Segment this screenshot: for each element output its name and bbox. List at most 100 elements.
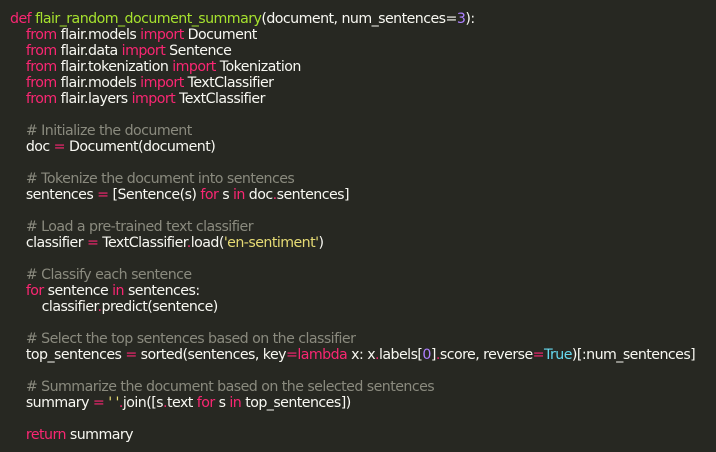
code-token: from <box>25 59 57 75</box>
code-line: # Tokenize the document into sentences <box>10 171 716 187</box>
code-token: ): <box>465 11 475 27</box>
code-token: flair.layers <box>56 91 132 107</box>
code-token: for <box>196 395 215 411</box>
code-token: lambda <box>297 347 348 363</box>
code-token: Document(document) <box>64 139 216 155</box>
code-token: TextClassifier <box>98 235 187 251</box>
code-token: from <box>25 75 57 91</box>
code-token: top_sentences <box>10 347 126 363</box>
code-token: = <box>53 139 66 155</box>
code-token: load( <box>190 235 225 251</box>
code-line: def flair_random_document_summary(docume… <box>10 11 716 27</box>
code-token: (document, num_sentences= <box>261 11 457 27</box>
code-token: TextClassifier <box>183 75 274 91</box>
code-line: sentences = [Sentence(s) for s in doc.se… <box>10 187 716 203</box>
code-token: s <box>214 395 230 411</box>
code-line: # Select the top sentences based on the … <box>10 331 716 347</box>
code-token: for <box>25 283 44 299</box>
code-line: summary = ' '.join([s.text for s in top_… <box>10 395 716 411</box>
code-token: join([s <box>122 395 164 411</box>
code-token: in <box>233 187 245 203</box>
code-token: flair_random_document_summary <box>35 11 262 27</box>
code-token: = <box>532 347 545 363</box>
code-line: # Initialize the document <box>10 123 716 139</box>
code-line: from flair.models import TextClassifier <box>10 75 716 91</box>
code-token: labels[ <box>379 347 423 363</box>
code-token: from <box>25 91 57 107</box>
code-token: import <box>140 27 184 43</box>
code-line: doc = Document(document) <box>10 139 716 155</box>
code-token: sentences] <box>276 187 350 203</box>
code-token: = <box>97 187 109 203</box>
code-line: from flair.layers import TextClassifier <box>10 91 716 107</box>
code-line: return summary <box>10 427 716 443</box>
code-token: in <box>112 283 124 299</box>
code-token: ) <box>318 235 324 251</box>
code-token: in <box>229 395 242 411</box>
code-token: flair.data <box>56 43 122 59</box>
code-token: classifier <box>10 299 98 315</box>
code-token: sentences: <box>124 283 200 299</box>
code-line: for sentence in sentences: <box>10 283 716 299</box>
code-line: # Summarize the document based on the se… <box>10 379 716 395</box>
code-token: from <box>25 43 57 59</box>
code-line: from flair.models import Document <box>10 27 716 43</box>
code-line: # Load a pre-trained text classifier <box>10 219 716 235</box>
code-token: summary <box>65 427 134 443</box>
code-token: doc <box>10 139 54 155</box>
code-token: return <box>25 427 67 443</box>
code-token: x: x <box>347 347 376 363</box>
code-token: text <box>167 395 197 411</box>
code-line: top_sentences = sorted(sentences, key=la… <box>10 347 716 363</box>
code-line: classifier.predict(sentence) <box>10 299 716 315</box>
code-token: TextClassifier <box>175 91 265 107</box>
code-token: 0 <box>422 347 431 363</box>
code-token: 'en-sentiment' <box>223 235 319 251</box>
code-token: # Classify each sentence <box>25 267 192 283</box>
code-token: doc <box>244 187 273 203</box>
code-token: summary <box>10 395 93 411</box>
code-token: # Summarize the document based on the se… <box>25 379 435 395</box>
code-token: = <box>86 235 99 251</box>
code-token: sorted(sentences, key <box>136 347 287 363</box>
code-token: top_sentences]) <box>241 395 351 411</box>
code-token: flair.models <box>56 75 141 91</box>
code-token: def <box>10 11 32 27</box>
code-token: # Select the top sentences based on the … <box>25 331 356 347</box>
code-token: Document <box>183 27 258 43</box>
code-token: # Load a pre-trained text classifier <box>25 219 254 235</box>
code-token: # Initialize the document <box>25 123 192 139</box>
code-token: import <box>172 59 216 75</box>
code-line: from flair.data import Sentence <box>10 43 716 59</box>
code-token: )[:num_sentences] <box>571 347 696 363</box>
code-token: score, reverse <box>439 347 533 363</box>
code-token: Tokenization <box>215 59 302 75</box>
code-token: Sentence <box>165 43 232 59</box>
code-editor[interactable]: def flair_random_document_summary(docume… <box>0 0 716 452</box>
code-token: from <box>25 27 57 43</box>
code-token: import <box>121 43 166 59</box>
code-token: ' ' <box>108 395 119 411</box>
code-token: = <box>125 347 137 363</box>
code-line: # Classify each sentence <box>10 267 716 283</box>
code-token: [Sentence(s) <box>108 187 201 203</box>
code-token: = <box>92 395 105 411</box>
code-token: sentence <box>43 283 113 299</box>
